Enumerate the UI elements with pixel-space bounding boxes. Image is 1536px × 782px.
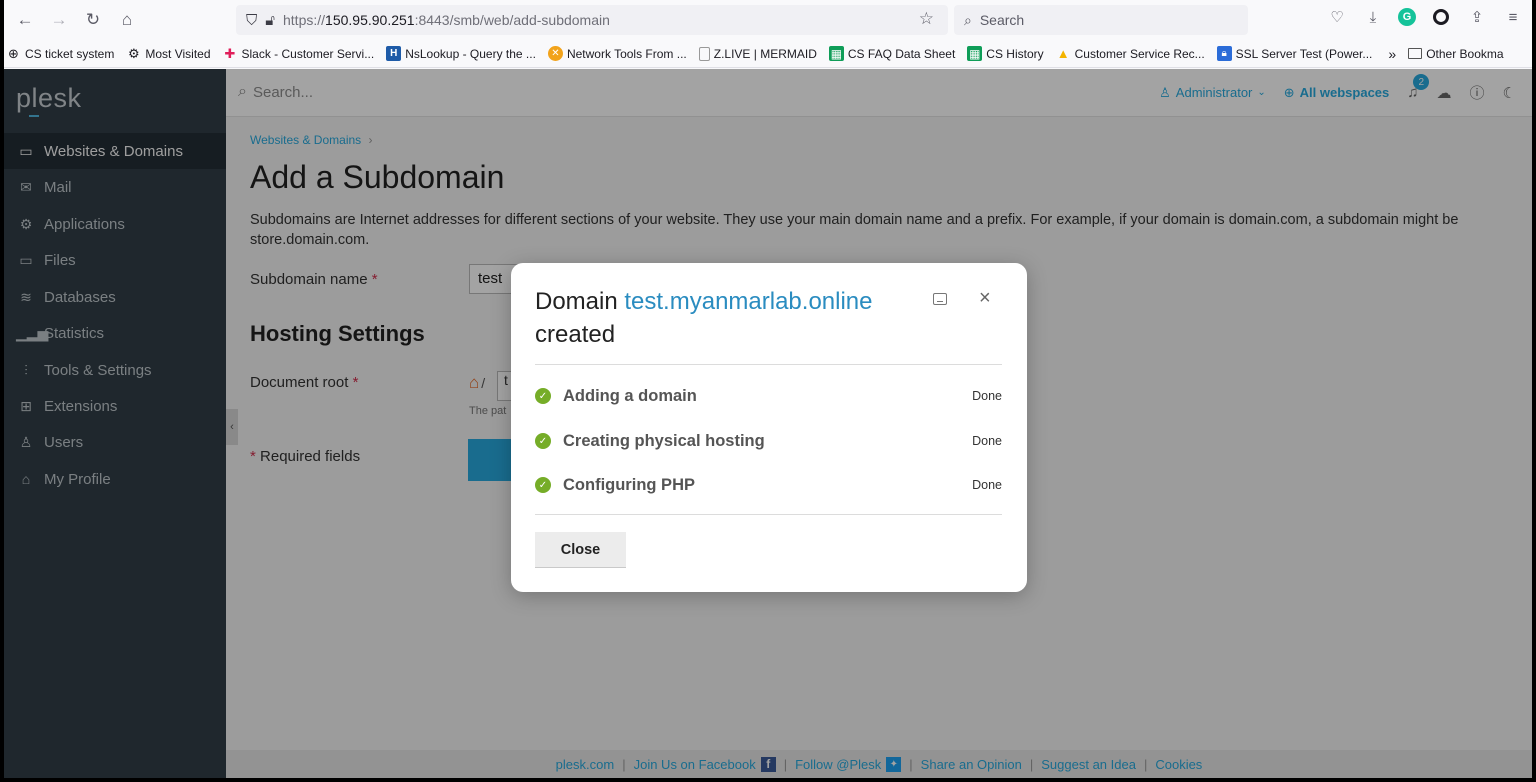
bookmark-item[interactable]: ⚙ Most Visited xyxy=(126,46,210,61)
back-arrow-icon[interactable]: ← xyxy=(12,7,38,33)
grammarly-icon[interactable]: G xyxy=(1398,8,1416,26)
bookmark-star-icon[interactable]: ☆ xyxy=(919,9,934,29)
dialog-title: Domain test.myanmarlab.online created xyxy=(535,285,925,351)
gear-icon: ⚙ xyxy=(128,45,140,61)
double-chevron-icon: » xyxy=(1388,45,1397,62)
menu-icon[interactable]: ≡ xyxy=(1502,6,1524,28)
lock-warning-icon[interactable]: 🔓︎ xyxy=(265,12,275,29)
step-label: Adding a domain xyxy=(563,386,697,405)
domain-created-dialog: Domain test.myanmarlab.online created × … xyxy=(511,263,1027,592)
bookmark-label: Most Visited xyxy=(145,46,211,61)
shield-icon[interactable]: ⛉ xyxy=(246,12,257,29)
dialog-title-prefix: Domain xyxy=(535,288,625,315)
bookmarks-bar: ⊕ CS ticket system ⚙ Most Visited ✚ Slac… xyxy=(4,40,1532,68)
close-button[interactable]: Close xyxy=(535,532,626,568)
check-icon: ✓ xyxy=(535,477,551,493)
bookmark-label: Network Tools From ... xyxy=(566,46,687,61)
bookmark-label: Customer Service Rec... xyxy=(1074,46,1205,61)
url-host: 150.95.90.251 xyxy=(325,12,415,28)
sidebar: plesk ▭ Websites & Domains ✉ Mail ⚙ Appl… xyxy=(4,69,226,778)
bookmark-label: Z.LIVE | MERMAID xyxy=(713,46,817,61)
minimize-icon[interactable] xyxy=(933,293,947,305)
share-icon[interactable]: ⇪ xyxy=(1466,6,1488,28)
bookmark-item[interactable]: H NsLookup - Query the ... xyxy=(386,46,536,61)
browser-extensions: ♡ ⤓ G ⇪ ≡ xyxy=(1326,6,1532,28)
forward-arrow-icon[interactable]: → xyxy=(46,7,72,33)
dialog-domain-link[interactable]: test.myanmarlab.online xyxy=(624,288,872,315)
page-icon xyxy=(698,46,710,61)
bookmark-label: SSL Server Test (Power... xyxy=(1235,46,1373,61)
drive-icon: ▲ xyxy=(1056,46,1070,61)
bookmark-item[interactable]: ▦ CS FAQ Data Sheet xyxy=(828,46,956,61)
bookmark-label: Slack - Customer Servi... xyxy=(241,46,375,61)
sheets-icon: ▦ xyxy=(967,46,983,61)
bookmark-item[interactable]: ▦ CS History xyxy=(967,46,1044,61)
globe-icon: ⊕ xyxy=(8,45,19,61)
progress-step: ✓ Adding a domain Done xyxy=(535,384,1002,408)
bookmark-item[interactable]: 🔒︎ SSL Server Test (Power... xyxy=(1216,46,1373,61)
bookmark-item[interactable]: ⊕ CS ticket system xyxy=(6,46,114,61)
download-icon[interactable]: ⤓ xyxy=(1362,6,1384,28)
browser-search-placeholder: Search xyxy=(979,12,1025,28)
home-icon[interactable]: ⌂ xyxy=(114,7,140,33)
other-bookmarks-label: Other Bookma xyxy=(1426,46,1504,61)
pocket-icon[interactable]: ♡ xyxy=(1326,6,1348,28)
bookmark-item[interactable]: ✚ Slack - Customer Servi... xyxy=(223,46,375,61)
other-bookmarks[interactable]: Other Bookma xyxy=(1408,46,1504,61)
bookmark-item[interactable]: Z.LIVE | MERMAID xyxy=(698,46,817,61)
step-status: Done xyxy=(972,389,1002,403)
slack-icon: ✚ xyxy=(224,45,236,61)
sheets-icon: ▦ xyxy=(828,46,844,61)
bookmark-label: CS History xyxy=(986,46,1044,61)
dialog-divider xyxy=(535,364,1002,365)
close-icon[interactable]: × xyxy=(979,287,991,310)
bookmark-label: CS ticket system xyxy=(25,46,115,61)
footer-dim-overlay xyxy=(226,750,1532,778)
browser-search-input[interactable]: ⌕ Search xyxy=(954,5,1248,35)
footer: plesk.com | Join Us on Facebook f | Foll… xyxy=(226,750,1532,778)
check-icon: ✓ xyxy=(535,433,551,449)
search-icon: ⌕ xyxy=(964,11,972,28)
nslookup-icon: H xyxy=(386,46,402,61)
reload-icon[interactable]: ↻ xyxy=(80,7,106,33)
bookmark-label: CS FAQ Data Sheet xyxy=(847,46,956,61)
more-bookmarks-button[interactable]: » xyxy=(1388,46,1396,62)
check-icon: ✓ xyxy=(535,388,551,404)
bookmark-label: NsLookup - Query the ... xyxy=(405,46,536,61)
url-path: :8443/smb/web/add-subdomain xyxy=(414,12,610,28)
step-status: Done xyxy=(972,478,1002,492)
lock-icon: 🔒︎ xyxy=(1216,46,1232,61)
network-tools-icon: ✕ xyxy=(547,46,563,61)
bookmark-item[interactable]: ✕ Network Tools From ... xyxy=(547,46,687,61)
step-status: Done xyxy=(972,434,1002,448)
url-bar[interactable]: ⛉ 🔓︎ https://150.95.90.251:8443/smb/web/… xyxy=(236,5,948,35)
extension-o-icon[interactable] xyxy=(1430,6,1452,28)
url-prefix: https:// xyxy=(283,12,326,28)
progress-step: ✓ Creating physical hosting Done xyxy=(535,429,1002,453)
dialog-divider xyxy=(535,514,1002,515)
sidebar-dim-overlay xyxy=(4,69,226,778)
browser-window: ← → ↻ ⌂ ⛉ 🔓︎ https://150.95.90.251:8443/… xyxy=(4,0,1532,778)
step-label: Creating physical hosting xyxy=(563,431,765,450)
bookmark-item[interactable]: ▲ Customer Service Rec... xyxy=(1056,46,1205,61)
dialog-title-suffix: created xyxy=(535,321,616,348)
folder-icon xyxy=(1408,48,1423,59)
progress-step: ✓ Configuring PHP Done xyxy=(535,473,1002,497)
step-label: Configuring PHP xyxy=(563,475,695,494)
